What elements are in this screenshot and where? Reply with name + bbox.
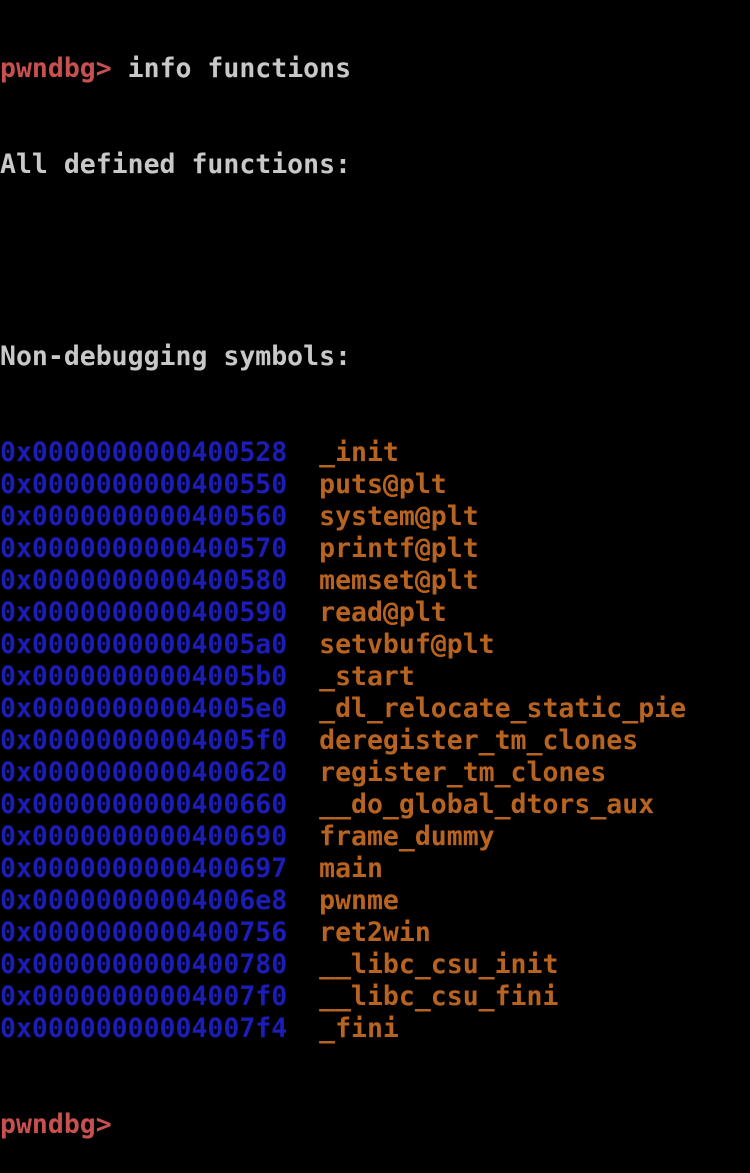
function-name: deregister_tm_clones [319, 725, 639, 756]
function-address: 0x0000000000400528 [0, 437, 288, 468]
function-row: 0x00000000004006e8 pwnme [0, 885, 750, 917]
output-header: All defined functions: [0, 149, 351, 180]
function-name: __do_global_dtors_aux [319, 789, 655, 820]
function-name: register_tm_clones [319, 757, 607, 788]
function-name: ret2win [319, 917, 431, 948]
function-address: 0x0000000000400780 [0, 949, 288, 980]
function-row: 0x0000000000400550 puts@plt [0, 469, 750, 501]
function-row: 0x00000000004005f0 deregister_tm_clones [0, 725, 750, 757]
function-name: _start [319, 661, 415, 692]
function-row: 0x0000000000400560 system@plt [0, 501, 750, 533]
function-address: 0x0000000000400580 [0, 565, 288, 596]
function-row: 0x00000000004007f0 __libc_csu_fini [0, 981, 750, 1013]
function-address: 0x0000000000400560 [0, 501, 288, 532]
function-list: 0x0000000000400528 _init 0x00000000004005… [0, 437, 750, 1045]
function-name: _dl_relocate_static_pie [319, 693, 687, 724]
function-row: 0x0000000000400780 __libc_csu_init [0, 949, 750, 981]
function-address: 0x00000000004005a0 [0, 629, 288, 660]
function-row: 0x00000000004005a0 setvbuf@plt [0, 629, 750, 661]
terminal-window[interactable]: { "terminal": { "prompt": "pwndbg>", "co… [0, 0, 750, 1140]
function-row: 0x00000000004005b0 _start [0, 661, 750, 693]
function-row: 0x0000000000400756 ret2win [0, 917, 750, 949]
function-row: 0x0000000000400620 register_tm_clones [0, 757, 750, 789]
function-address: 0x00000000004005e0 [0, 693, 288, 724]
function-row: 0x0000000000400528 _init [0, 437, 750, 469]
function-address: 0x0000000000400690 [0, 821, 288, 852]
function-name: setvbuf@plt [319, 629, 495, 660]
function-name: __libc_csu_init [319, 949, 559, 980]
function-row: 0x00000000004007f4 _fini [0, 1013, 750, 1045]
function-row: 0x0000000000400580 memset@plt [0, 565, 750, 597]
function-address: 0x0000000000400620 [0, 757, 288, 788]
function-address: 0x00000000004005f0 [0, 725, 288, 756]
function-address: 0x0000000000400570 [0, 533, 288, 564]
section-title: Non-debugging symbols: [0, 341, 351, 372]
function-address: 0x0000000000400550 [0, 469, 288, 500]
function-address: 0x0000000000400697 [0, 853, 288, 884]
function-name: read@plt [319, 597, 447, 628]
function-name: memset@plt [319, 565, 479, 596]
function-address: 0x0000000000400756 [0, 917, 288, 948]
function-row: 0x0000000000400590 read@plt [0, 597, 750, 629]
final-prompt: pwndbg> [0, 1109, 112, 1140]
function-name: _fini [319, 1013, 399, 1044]
function-address: 0x00000000004007f0 [0, 981, 288, 1012]
function-row: 0x0000000000400697 main [0, 853, 750, 885]
function-name: _init [319, 437, 399, 468]
final-prompt-line[interactable]: pwndbg> [0, 1109, 750, 1141]
function-name: frame_dummy [319, 821, 495, 852]
prompt: pwndbg> [0, 53, 112, 84]
function-row: 0x0000000000400570 printf@plt [0, 533, 750, 565]
command-text: info functions [127, 53, 352, 84]
function-address: 0x00000000004005b0 [0, 661, 288, 692]
function-row: 0x00000000004005e0 _dl_relocate_static_p… [0, 693, 750, 725]
function-name: puts@plt [319, 469, 447, 500]
function-address: 0x00000000004006e8 [0, 885, 288, 916]
terminal-output: pwndbg> info functions All defined funct… [0, 0, 750, 1173]
function-row: 0x0000000000400660 __do_global_dtors_aux [0, 789, 750, 821]
command-line: pwndbg> info functions [0, 53, 750, 85]
function-address: 0x0000000000400590 [0, 597, 288, 628]
function-address: 0x0000000000400660 [0, 789, 288, 820]
function-address: 0x00000000004007f4 [0, 1013, 288, 1044]
function-name: pwnme [319, 885, 399, 916]
function-name: printf@plt [319, 533, 479, 564]
function-name: __libc_csu_fini [319, 981, 559, 1012]
function-name: main [319, 853, 383, 884]
function-row: 0x0000000000400690 frame_dummy [0, 821, 750, 853]
function-name: system@plt [319, 501, 479, 532]
